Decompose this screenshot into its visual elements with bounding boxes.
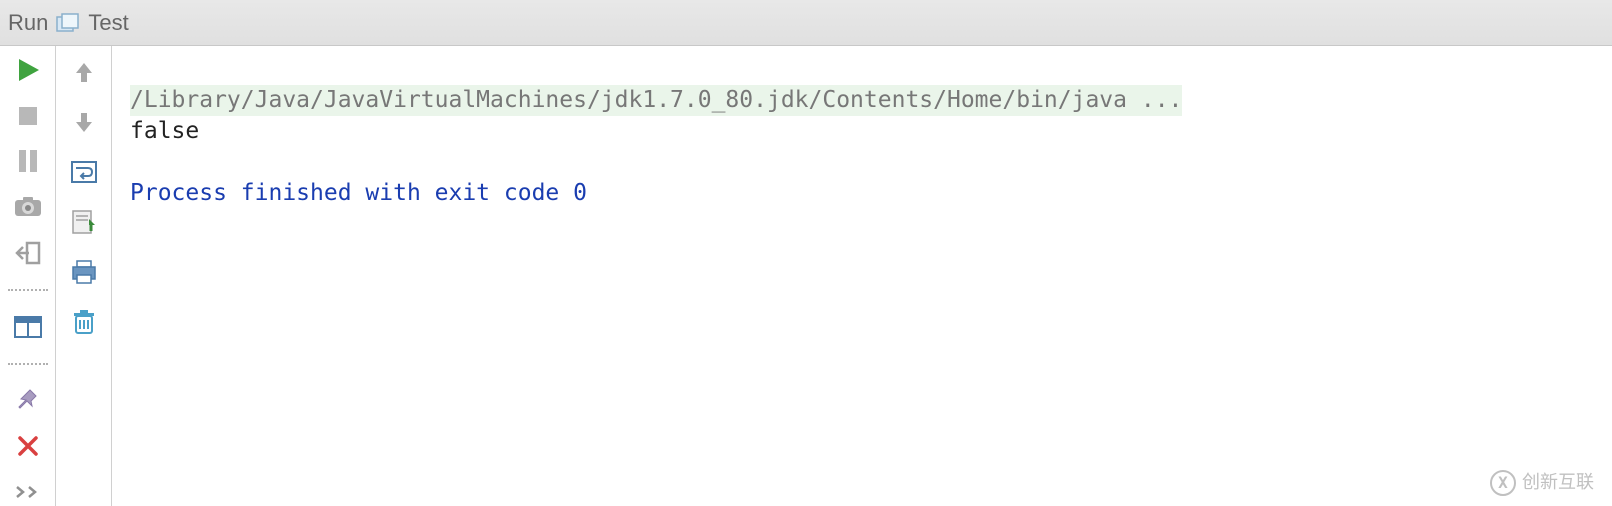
watermark-text: 创新互联 (1522, 467, 1594, 498)
pin-button[interactable] (12, 387, 44, 415)
print-button[interactable] (68, 256, 100, 288)
console-exit-line: Process finished with exit code 0 (130, 180, 587, 206)
dump-threads-button[interactable] (12, 193, 44, 221)
layout-button[interactable] (12, 313, 44, 341)
stop-button[interactable] (12, 102, 44, 130)
run-panel-header: Run Test (0, 0, 1612, 46)
console-output[interactable]: /Library/Java/JavaVirtualMachines/jdk1.7… (112, 46, 1612, 506)
watermark-icon: X (1490, 470, 1516, 496)
panel-title: Run (8, 10, 48, 36)
console-command-line: /Library/Java/JavaVirtualMachines/jdk1.7… (130, 85, 1182, 116)
run-config-name: Test (88, 10, 128, 36)
exit-button[interactable] (12, 239, 44, 267)
pause-button[interactable] (12, 148, 44, 176)
more-button[interactable] (12, 478, 44, 506)
scroll-to-end-button[interactable] (68, 206, 100, 238)
clear-all-button[interactable] (68, 306, 100, 338)
toolbar-separator (8, 363, 48, 365)
scroll-down-button[interactable] (68, 106, 100, 138)
toolbar-separator (8, 289, 48, 291)
run-button[interactable] (12, 56, 44, 84)
console-output-line: false (130, 118, 199, 144)
watermark: X 创新互联 (1490, 467, 1594, 498)
run-toolbar-primary (0, 46, 56, 506)
close-button[interactable] (12, 432, 44, 460)
run-toolbar-secondary (56, 46, 112, 506)
soft-wrap-button[interactable] (68, 156, 100, 188)
run-config-icon (56, 13, 80, 33)
scroll-up-button[interactable] (68, 56, 100, 88)
